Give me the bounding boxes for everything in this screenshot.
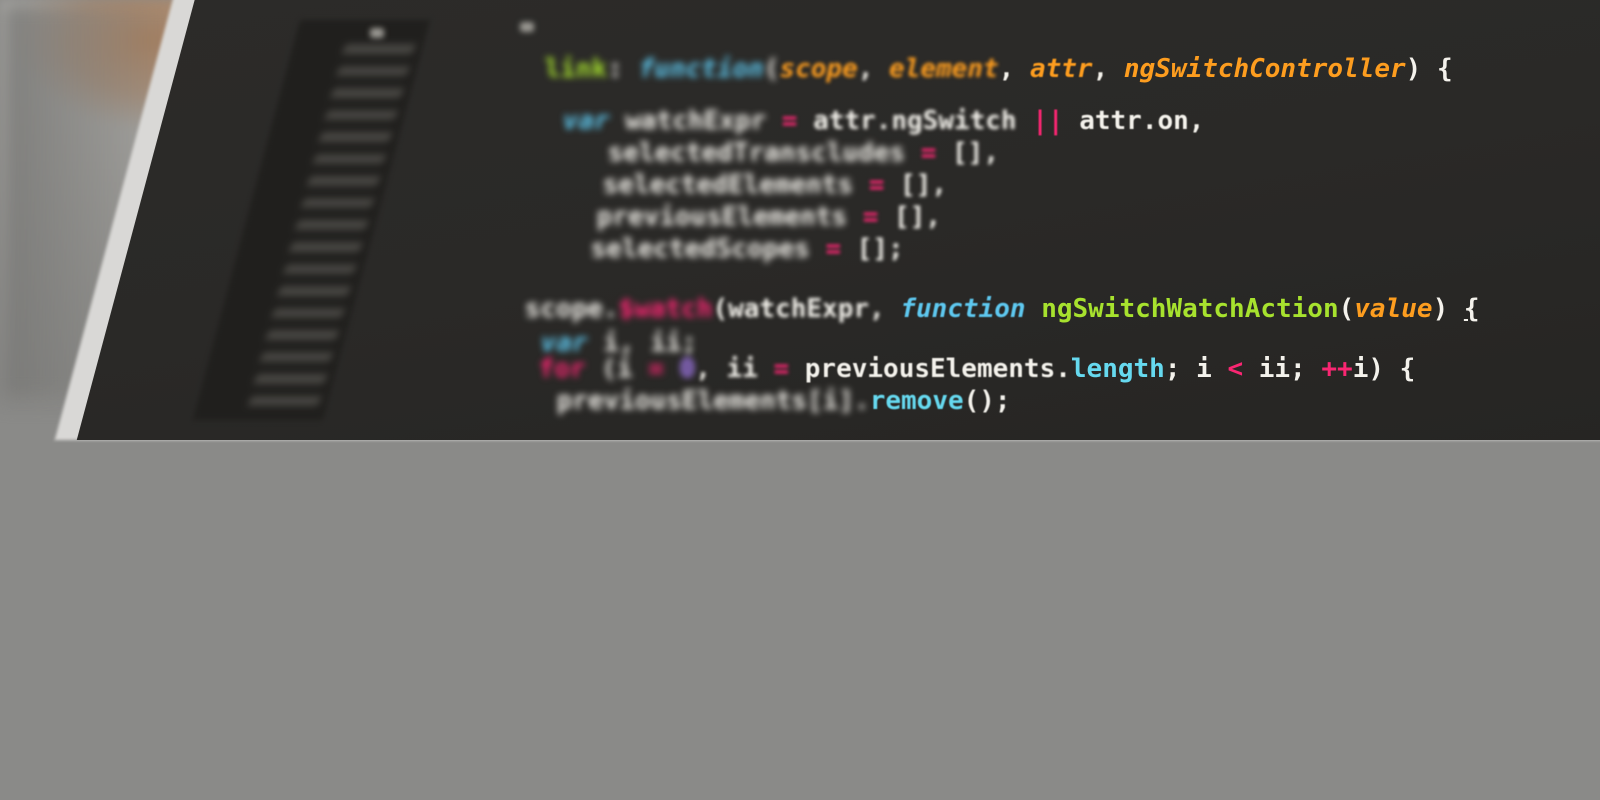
token-remove: remove xyxy=(869,386,964,416)
token-attr-on: attr.on, xyxy=(1063,106,1205,136)
token-arg-value: value xyxy=(1354,294,1433,324)
token-or: || xyxy=(1032,106,1064,136)
token-condition: ii; xyxy=(1243,354,1322,384)
token-paren: ( xyxy=(1338,294,1355,324)
token-paren: ) xyxy=(1432,294,1464,324)
token-increment: ++ xyxy=(1321,354,1353,384)
token-function-keyword: function xyxy=(900,294,1026,324)
token-length: length xyxy=(1070,354,1165,384)
token-brace: ) { xyxy=(1405,54,1453,84)
token-close: i) { xyxy=(1352,354,1416,384)
token-equals: = xyxy=(825,234,842,264)
token-watch-args: (watchExpr, xyxy=(712,294,901,324)
token-function-name: ngSwitchWatchAction xyxy=(1025,294,1339,324)
token-less-than: < xyxy=(1227,354,1244,384)
source-code: link: function(scope, element, attr, ngS… xyxy=(0,0,1600,416)
token-brace-highlighted: { xyxy=(1463,294,1480,324)
token-call: (); xyxy=(963,386,1011,416)
code-line-10: previousElements[i].remove(); xyxy=(494,356,1011,446)
token-array: []; xyxy=(841,234,904,264)
token-previouselements-index: previousElements[i]. xyxy=(556,386,870,416)
token-semicolon: ; i xyxy=(1164,354,1228,384)
token-identifier: selectedScopes xyxy=(590,234,826,264)
